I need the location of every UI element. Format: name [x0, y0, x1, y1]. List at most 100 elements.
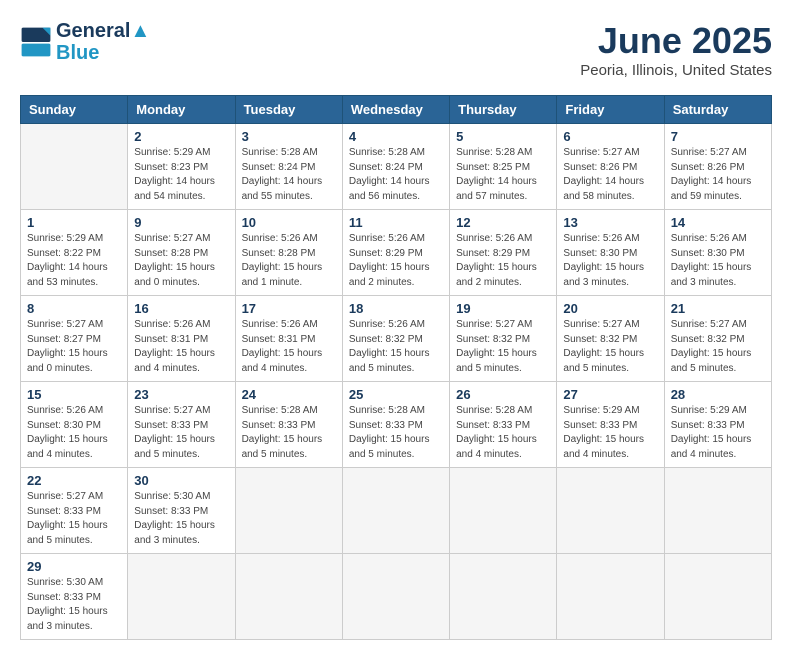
- day-number: 24: [242, 387, 336, 402]
- calendar-cell: 30 Sunrise: 5:30 AM Sunset: 8:33 PM Dayl…: [128, 468, 235, 554]
- logo: General▲ Blue: [20, 20, 150, 64]
- col-tuesday: Tuesday: [235, 96, 342, 124]
- day-number: 9: [134, 215, 228, 230]
- calendar-cell: [664, 468, 771, 554]
- calendar-cell: [235, 468, 342, 554]
- calendar-cell: 9 Sunrise: 5:27 AM Sunset: 8:28 PM Dayli…: [128, 210, 235, 296]
- day-info: Sunrise: 5:27 AM Sunset: 8:32 PM Dayligh…: [563, 318, 657, 376]
- day-info: Sunrise: 5:26 AM Sunset: 8:30 PM Dayligh…: [563, 232, 657, 290]
- day-info: Sunrise: 5:27 AM Sunset: 8:32 PM Dayligh…: [671, 318, 765, 376]
- logo-text: General▲ Blue: [56, 20, 150, 64]
- col-sunday: Sunday: [21, 96, 128, 124]
- calendar-cell: [557, 468, 664, 554]
- calendar-cell: 12 Sunrise: 5:26 AM Sunset: 8:29 PM Dayl…: [450, 210, 557, 296]
- day-info: Sunrise: 5:28 AM Sunset: 8:25 PM Dayligh…: [456, 146, 550, 204]
- day-number: 30: [134, 473, 228, 488]
- calendar-cell: 20 Sunrise: 5:27 AM Sunset: 8:32 PM Dayl…: [557, 296, 664, 382]
- day-number: 15: [27, 387, 121, 402]
- calendar-cell: 11 Sunrise: 5:26 AM Sunset: 8:29 PM Dayl…: [342, 210, 449, 296]
- calendar-table: Sunday Monday Tuesday Wednesday Thursday…: [20, 95, 772, 640]
- calendar-week-row: 2 Sunrise: 5:29 AM Sunset: 8:23 PM Dayli…: [21, 124, 772, 210]
- day-number: 5: [456, 129, 550, 144]
- day-number: 8: [27, 301, 121, 316]
- day-number: 25: [349, 387, 443, 402]
- calendar-cell: 3 Sunrise: 5:28 AM Sunset: 8:24 PM Dayli…: [235, 124, 342, 210]
- calendar-cell: 26 Sunrise: 5:28 AM Sunset: 8:33 PM Dayl…: [450, 382, 557, 468]
- day-info: Sunrise: 5:27 AM Sunset: 8:27 PM Dayligh…: [27, 318, 121, 376]
- day-info: Sunrise: 5:29 AM Sunset: 8:33 PM Dayligh…: [671, 404, 765, 462]
- col-saturday: Saturday: [664, 96, 771, 124]
- day-number: 16: [134, 301, 228, 316]
- calendar-cell: 23 Sunrise: 5:27 AM Sunset: 8:33 PM Dayl…: [128, 382, 235, 468]
- calendar-week-row: 15 Sunrise: 5:26 AM Sunset: 8:30 PM Dayl…: [21, 382, 772, 468]
- day-number: 1: [27, 215, 121, 230]
- day-info: Sunrise: 5:26 AM Sunset: 8:29 PM Dayligh…: [349, 232, 443, 290]
- day-info: Sunrise: 5:27 AM Sunset: 8:28 PM Dayligh…: [134, 232, 228, 290]
- col-monday: Monday: [128, 96, 235, 124]
- calendar-cell: 27 Sunrise: 5:29 AM Sunset: 8:33 PM Dayl…: [557, 382, 664, 468]
- calendar-cell: 8 Sunrise: 5:27 AM Sunset: 8:27 PM Dayli…: [21, 296, 128, 382]
- calendar-cell: [450, 554, 557, 640]
- day-number: 10: [242, 215, 336, 230]
- calendar-cell: 18 Sunrise: 5:26 AM Sunset: 8:32 PM Dayl…: [342, 296, 449, 382]
- calendar-week-row: 8 Sunrise: 5:27 AM Sunset: 8:27 PM Dayli…: [21, 296, 772, 382]
- day-number: 22: [27, 473, 121, 488]
- day-number: 28: [671, 387, 765, 402]
- calendar-cell: 21 Sunrise: 5:27 AM Sunset: 8:32 PM Dayl…: [664, 296, 771, 382]
- calendar-cell: 17 Sunrise: 5:26 AM Sunset: 8:31 PM Dayl…: [235, 296, 342, 382]
- day-number: 19: [456, 301, 550, 316]
- calendar-cell: 15 Sunrise: 5:26 AM Sunset: 8:30 PM Dayl…: [21, 382, 128, 468]
- page-header: General▲ Blue June 2025 Peoria, Illinois…: [20, 20, 772, 79]
- day-info: Sunrise: 5:26 AM Sunset: 8:32 PM Dayligh…: [349, 318, 443, 376]
- calendar-cell: 28 Sunrise: 5:29 AM Sunset: 8:33 PM Dayl…: [664, 382, 771, 468]
- calendar-cell: 24 Sunrise: 5:28 AM Sunset: 8:33 PM Dayl…: [235, 382, 342, 468]
- col-thursday: Thursday: [450, 96, 557, 124]
- day-info: Sunrise: 5:27 AM Sunset: 8:32 PM Dayligh…: [456, 318, 550, 376]
- day-number: 3: [242, 129, 336, 144]
- day-info: Sunrise: 5:28 AM Sunset: 8:24 PM Dayligh…: [349, 146, 443, 204]
- day-info: Sunrise: 5:30 AM Sunset: 8:33 PM Dayligh…: [134, 490, 228, 548]
- calendar-cell: 1 Sunrise: 5:29 AM Sunset: 8:22 PM Dayli…: [21, 210, 128, 296]
- calendar-week-row: 1 Sunrise: 5:29 AM Sunset: 8:22 PM Dayli…: [21, 210, 772, 296]
- calendar-cell: 29 Sunrise: 5:30 AM Sunset: 8:33 PM Dayl…: [21, 554, 128, 640]
- day-number: 26: [456, 387, 550, 402]
- day-info: Sunrise: 5:29 AM Sunset: 8:23 PM Dayligh…: [134, 146, 228, 204]
- calendar-cell: 19 Sunrise: 5:27 AM Sunset: 8:32 PM Dayl…: [450, 296, 557, 382]
- day-number: 7: [671, 129, 765, 144]
- day-number: 27: [563, 387, 657, 402]
- day-number: 14: [671, 215, 765, 230]
- calendar-cell: 13 Sunrise: 5:26 AM Sunset: 8:30 PM Dayl…: [557, 210, 664, 296]
- day-info: Sunrise: 5:30 AM Sunset: 8:33 PM Dayligh…: [27, 576, 121, 634]
- day-number: 23: [134, 387, 228, 402]
- calendar-cell: [450, 468, 557, 554]
- calendar-cell: 10 Sunrise: 5:26 AM Sunset: 8:28 PM Dayl…: [235, 210, 342, 296]
- calendar-cell: [235, 554, 342, 640]
- location: Peoria, Illinois, United States: [580, 62, 772, 79]
- day-number: 12: [456, 215, 550, 230]
- title-block: June 2025 Peoria, Illinois, United State…: [580, 20, 772, 79]
- day-number: 29: [27, 559, 121, 574]
- day-number: 20: [563, 301, 657, 316]
- day-info: Sunrise: 5:28 AM Sunset: 8:24 PM Dayligh…: [242, 146, 336, 204]
- day-number: 11: [349, 215, 443, 230]
- day-number: 2: [134, 129, 228, 144]
- day-info: Sunrise: 5:26 AM Sunset: 8:28 PM Dayligh…: [242, 232, 336, 290]
- day-info: Sunrise: 5:26 AM Sunset: 8:29 PM Dayligh…: [456, 232, 550, 290]
- calendar-cell: [557, 554, 664, 640]
- day-info: Sunrise: 5:26 AM Sunset: 8:31 PM Dayligh…: [242, 318, 336, 376]
- day-number: 21: [671, 301, 765, 316]
- day-info: Sunrise: 5:27 AM Sunset: 8:33 PM Dayligh…: [27, 490, 121, 548]
- logo-icon: [20, 26, 52, 58]
- day-info: Sunrise: 5:27 AM Sunset: 8:33 PM Dayligh…: [134, 404, 228, 462]
- day-number: 13: [563, 215, 657, 230]
- calendar-cell: 4 Sunrise: 5:28 AM Sunset: 8:24 PM Dayli…: [342, 124, 449, 210]
- day-number: 6: [563, 129, 657, 144]
- calendar-header-row: Sunday Monday Tuesday Wednesday Thursday…: [21, 96, 772, 124]
- calendar-cell: [21, 124, 128, 210]
- day-info: Sunrise: 5:29 AM Sunset: 8:33 PM Dayligh…: [563, 404, 657, 462]
- calendar-cell: [128, 554, 235, 640]
- day-info: Sunrise: 5:28 AM Sunset: 8:33 PM Dayligh…: [349, 404, 443, 462]
- calendar-cell: 14 Sunrise: 5:26 AM Sunset: 8:30 PM Dayl…: [664, 210, 771, 296]
- calendar-week-row: 29 Sunrise: 5:30 AM Sunset: 8:33 PM Dayl…: [21, 554, 772, 640]
- day-info: Sunrise: 5:26 AM Sunset: 8:30 PM Dayligh…: [27, 404, 121, 462]
